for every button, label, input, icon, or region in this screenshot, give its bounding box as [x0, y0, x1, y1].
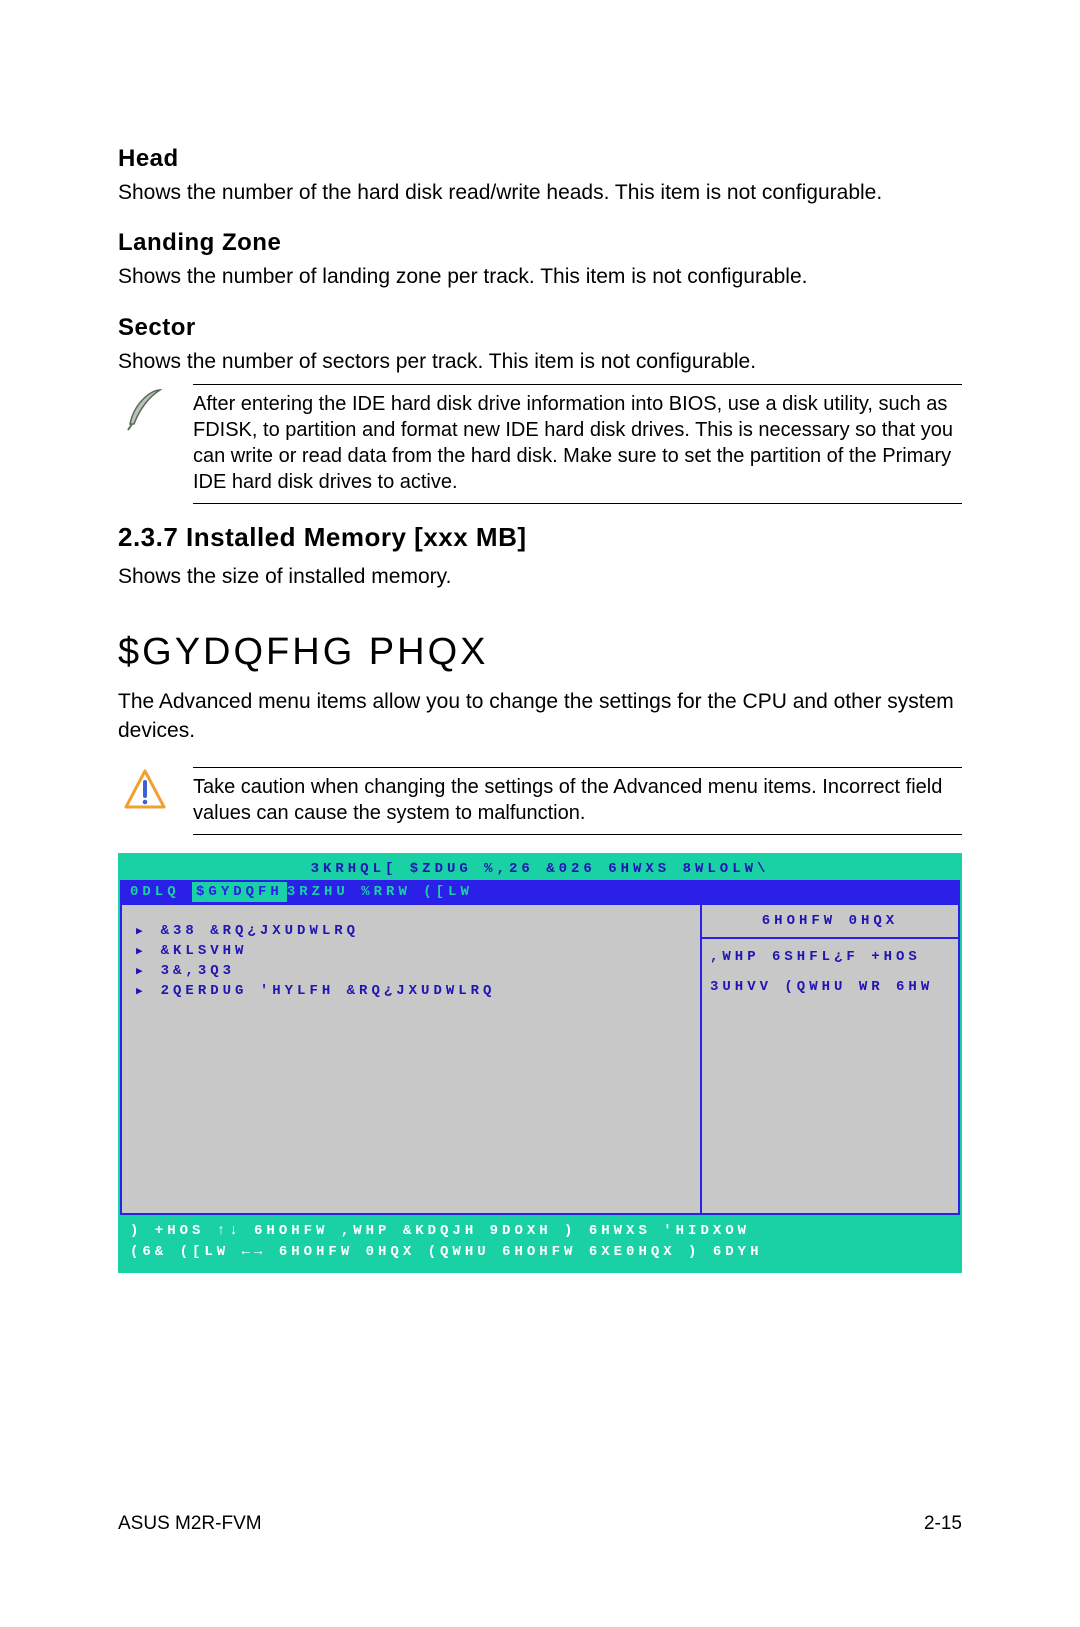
heading-advanced-menu: $GYDQFHG PHQX: [118, 631, 962, 674]
bios-item-chipset: ▶ &KLSVHW: [136, 943, 690, 959]
heading-head: Head: [118, 145, 962, 173]
bios-help-line1: ,WHP 6SHFL¿F +HOS: [710, 949, 950, 965]
paragraph-landing-zone: Shows the number of landing zone per tra…: [118, 263, 962, 291]
note-caution: Take caution when changing the settings …: [118, 767, 962, 835]
bios-tab-main: 0DLQ: [130, 884, 180, 900]
bios-tabs: 0DLQ $GYDQFH3RZHU %RRW ([LW: [120, 880, 960, 905]
bios-title: 3KRHQL[ $ZDUG %,26 &026 6HWXS 8WLOLW\: [120, 855, 960, 880]
page-footer: ASUS M2R-FVM 2-15: [118, 1513, 962, 1535]
bios-footer-line2: (6& ([LW ←→ 6HOHFW 0HQX (QWHU 6HOHFW 6XE…: [130, 1242, 950, 1263]
bios-item-cpu-configuration: ▶ &38 &RQ¿JXUDWLRQ: [136, 923, 690, 939]
bios-screen: 3KRHQL[ $ZDUG %,26 &026 6HWXS 8WLOLW\ 0D…: [118, 853, 962, 1273]
triangle-icon: ▶: [136, 964, 147, 978]
triangle-icon: ▶: [136, 984, 147, 998]
warning-icon: [118, 767, 193, 818]
triangle-icon: ▶: [136, 944, 147, 958]
triangle-icon: ▶: [136, 924, 147, 938]
note-caution-text: Take caution when changing the settings …: [193, 767, 962, 835]
note-fdisk-text: After entering the IDE hard disk drive i…: [193, 384, 962, 504]
bios-tab-advanced: $GYDQFH: [192, 882, 287, 902]
heading-installed-memory: 2.3.7 Installed Memory [xxx MB]: [118, 522, 962, 553]
bios-footer: ) +HOS ↑↓ 6HOHFW ,WHP &KDQJH 9DOXH ) 6HW…: [120, 1215, 960, 1271]
bios-menu-list: ▶ &38 &RQ¿JXUDWLRQ ▶ &KLSVHW ▶ 3&,3Q3 ▶ 2QER…: [122, 905, 700, 1213]
bios-footer-line1: ) +HOS ↑↓ 6HOHFW ,WHP &KDQJH 9DOXH ) 6HW…: [130, 1221, 950, 1242]
bios-help-pane: 6HOHFW 0HQX ,WHP 6SHFL¿F +HOS 3UHVV (QWH…: [700, 905, 958, 1213]
heading-sector: Sector: [118, 314, 962, 342]
paragraph-installed-memory: Shows the size of installed memory.: [118, 563, 962, 591]
bios-item-label: &38 &RQ¿JXUDWLRQ: [161, 923, 359, 939]
bios-item-pcipnp: ▶ 3&,3Q3: [136, 963, 690, 979]
bios-item-label: 2QERDUG 'HYLFH &RQ¿JXUDWLRQ: [161, 983, 496, 999]
paragraph-head: Shows the number of the hard disk read/w…: [118, 179, 962, 207]
bios-tab-rest: 3RZHU %RRW ([LW: [287, 884, 473, 900]
bios-item-onboard-device: ▶ 2QERDUG 'HYLFH &RQ¿JXUDWLRQ: [136, 983, 690, 999]
bios-item-label: &KLSVHW: [161, 943, 248, 959]
bios-help-heading: 6HOHFW 0HQX: [702, 905, 958, 939]
bios-item-label: 3&,3Q3: [161, 963, 235, 979]
paragraph-advanced-menu: The Advanced menu items allow you to cha…: [118, 688, 962, 745]
paragraph-sector: Shows the number of sectors per track. T…: [118, 348, 962, 376]
bios-help-line2: 3UHVV (QWHU WR 6HW: [710, 979, 950, 995]
footer-page-number: 2-15: [924, 1513, 962, 1535]
feather-icon: [118, 384, 193, 441]
note-fdisk: After entering the IDE hard disk drive i…: [118, 384, 962, 504]
footer-model: ASUS M2R-FVM: [118, 1513, 262, 1535]
heading-landing-zone: Landing Zone: [118, 229, 962, 257]
